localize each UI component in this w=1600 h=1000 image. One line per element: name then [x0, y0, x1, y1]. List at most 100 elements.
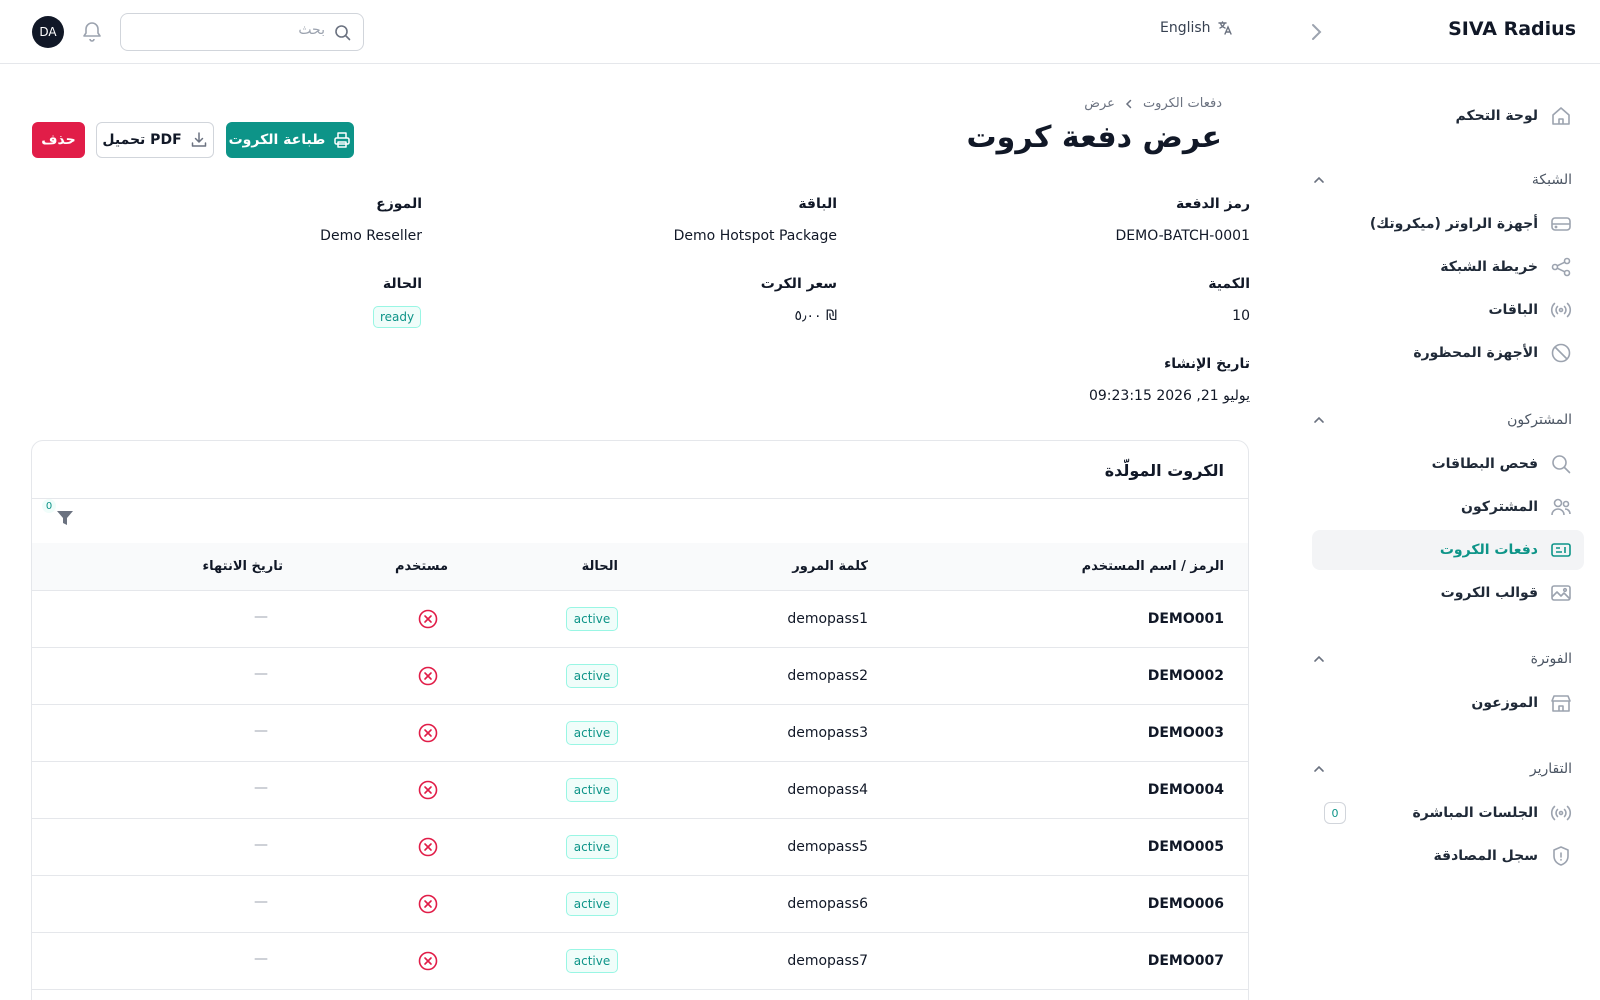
image-icon: [1550, 582, 1572, 604]
card-status-badge: active: [566, 607, 618, 631]
sidebar-item-blocked-devices[interactable]: الأجهزة المحظورة: [1312, 333, 1584, 373]
sidebar-item-label: خريطة الشبكة: [1440, 259, 1538, 275]
home-icon: [1550, 105, 1572, 127]
generated-cards-panel: الكروت المولّدة 0 الرمز / اسم المستخدم ك…: [31, 440, 1249, 1000]
translate-icon: [1217, 20, 1233, 36]
table-row[interactable]: DEMO001 demopass1 active —: [32, 591, 1248, 648]
status-badge: ready: [373, 306, 421, 328]
language-label: English: [1160, 20, 1211, 36]
broadcast-icon: [1550, 299, 1572, 321]
card-expiry: —: [254, 780, 268, 796]
card-expiry: —: [254, 894, 268, 910]
notifications-bell-icon[interactable]: [82, 21, 102, 43]
shield-icon: [1550, 845, 1572, 867]
card-expiry: —: [254, 951, 268, 967]
sidebar-item-routers[interactable]: أجهزة الراوتر (ميكروتك): [1312, 204, 1584, 244]
share-nodes-icon: [1550, 256, 1572, 278]
card-price-value: ٥٫٠٠ ₪: [794, 308, 837, 324]
breadcrumb-current: عرض: [1084, 96, 1115, 111]
language-switcher[interactable]: English: [1160, 20, 1233, 36]
users-icon: [1550, 496, 1572, 518]
card-status-badge: active: [566, 778, 618, 802]
print-cards-button[interactable]: طباعة الكروت: [226, 122, 354, 158]
pdf-button-label: تحميل PDF: [102, 132, 182, 148]
search-icon: [1550, 453, 1572, 475]
created-at-value: يوليو 21, 2026 09:23:15: [1088, 388, 1250, 404]
sidebar-item-label: أجهزة الراوتر (ميكروتك): [1369, 216, 1538, 232]
chevron-up-icon: [1312, 413, 1326, 427]
card-password: demopass3: [787, 725, 868, 741]
card-expiry: —: [254, 837, 268, 853]
column-header-password[interactable]: كلمة المرور: [792, 559, 868, 574]
sidebar: لوحة التحكم الشبكة أجهزة الراوتر (ميكروت…: [1280, 64, 1600, 1000]
chevron-up-icon: [1312, 762, 1326, 776]
sidebar-section-network[interactable]: الشبكة: [1312, 168, 1572, 192]
table-row[interactable]: DEMO003 demopass3 active —: [32, 705, 1248, 762]
sidebar-item-dashboard[interactable]: لوحة التحكم: [1312, 96, 1584, 136]
sidebar-section-billing[interactable]: الفوترة: [1312, 647, 1572, 671]
status-label: الحالة: [382, 276, 422, 292]
sidebar-item-packages[interactable]: الباقات: [1312, 290, 1584, 330]
app-brand[interactable]: SIVA Radius: [1448, 18, 1576, 40]
breadcrumb-parent-link[interactable]: دفعات الكروت: [1143, 96, 1222, 111]
card-status-badge: active: [566, 664, 618, 688]
sidebar-item-label: الجلسات المباشرة: [1412, 805, 1538, 821]
sidebar-item-label: سجل المصادقة: [1433, 848, 1538, 864]
table-header: الرمز / اسم المستخدم كلمة المرور الحالة …: [32, 543, 1248, 591]
sidebar-item-label: فحص البطاقات: [1431, 456, 1538, 472]
table-row[interactable]: DEMO004 demopass4 active —: [32, 762, 1248, 819]
user-avatar[interactable]: DA: [32, 16, 64, 48]
search-icon: [334, 24, 351, 41]
card-expiry: —: [254, 609, 268, 625]
top-bar: SIVA Radius English DA: [0, 0, 1600, 64]
sidebar-item-live-sessions[interactable]: الجلسات المباشرة 0: [1312, 793, 1584, 833]
column-header-used[interactable]: مستخدم: [395, 559, 448, 574]
sidebar-item-label: المشتركون: [1461, 499, 1538, 515]
broadcast-icon: [1550, 802, 1572, 824]
table-row[interactable]: DEMO005 demopass5 active —: [32, 819, 1248, 876]
card-code: DEMO005: [1147, 839, 1224, 855]
sidebar-section-reports[interactable]: التقارير: [1312, 757, 1572, 781]
sidebar-item-card-check[interactable]: فحص البطاقات: [1312, 444, 1584, 484]
x-circle-icon: [418, 666, 438, 686]
reseller-label: الموزع: [376, 196, 422, 212]
breadcrumb: دفعات الكروت عرض: [1084, 96, 1222, 111]
sidebar-section-title: المشتركون: [1507, 412, 1572, 428]
server-icon: [1550, 213, 1572, 235]
sidebar-item-card-batches[interactable]: دفعات الكروت: [1312, 530, 1584, 570]
sidebar-item-resellers[interactable]: الموزعون: [1312, 683, 1584, 723]
x-circle-icon: [418, 723, 438, 743]
sidebar-item-card-templates[interactable]: قوالب الكروت: [1312, 573, 1584, 613]
quantity-label: الكمية: [1208, 276, 1250, 292]
sidebar-toggle-chevron-icon[interactable]: [1306, 20, 1326, 44]
column-header-status[interactable]: الحالة: [582, 559, 618, 574]
column-header-code[interactable]: الرمز / اسم المستخدم: [1082, 559, 1224, 574]
card-code: DEMO004: [1147, 782, 1224, 798]
sidebar-item-auth-log[interactable]: سجل المصادقة: [1312, 836, 1584, 876]
sidebar-section-subscribers[interactable]: المشتركون: [1312, 408, 1572, 432]
sidebar-item-label: الأجهزة المحظورة: [1413, 345, 1538, 361]
card-code: DEMO002: [1147, 668, 1224, 684]
card-password: demopass1: [787, 611, 868, 627]
search-box[interactable]: [120, 13, 364, 51]
table-row[interactable]: DEMO006 demopass6 active —: [32, 876, 1248, 933]
table-row[interactable]: DEMO002 demopass2 active —: [32, 648, 1248, 705]
card-code: DEMO003: [1147, 725, 1224, 741]
sidebar-item-subscribers[interactable]: المشتركون: [1312, 487, 1584, 527]
sidebar-item-label: الموزعون: [1471, 695, 1538, 711]
chevron-up-icon: [1312, 173, 1326, 187]
search-input[interactable]: [135, 22, 325, 38]
card-status-badge: active: [566, 721, 618, 745]
delete-button[interactable]: حذف: [32, 122, 85, 158]
filter-count-badge: 0: [42, 499, 56, 513]
sidebar-section-title: الشبكة: [1531, 172, 1572, 188]
download-pdf-button[interactable]: تحميل PDF: [96, 122, 214, 158]
column-header-expires[interactable]: تاريخ الانتهاء: [203, 559, 283, 574]
table-row[interactable]: DEMO007 demopass7 active —: [32, 933, 1248, 990]
chevron-left-icon: [1123, 98, 1135, 110]
sidebar-item-network-map[interactable]: خريطة الشبكة: [1312, 247, 1584, 287]
print-button-label: طباعة الكروت: [228, 132, 326, 148]
filter-icon[interactable]: [56, 509, 74, 527]
divider: [32, 498, 1248, 499]
card-password: demopass2: [787, 668, 868, 684]
